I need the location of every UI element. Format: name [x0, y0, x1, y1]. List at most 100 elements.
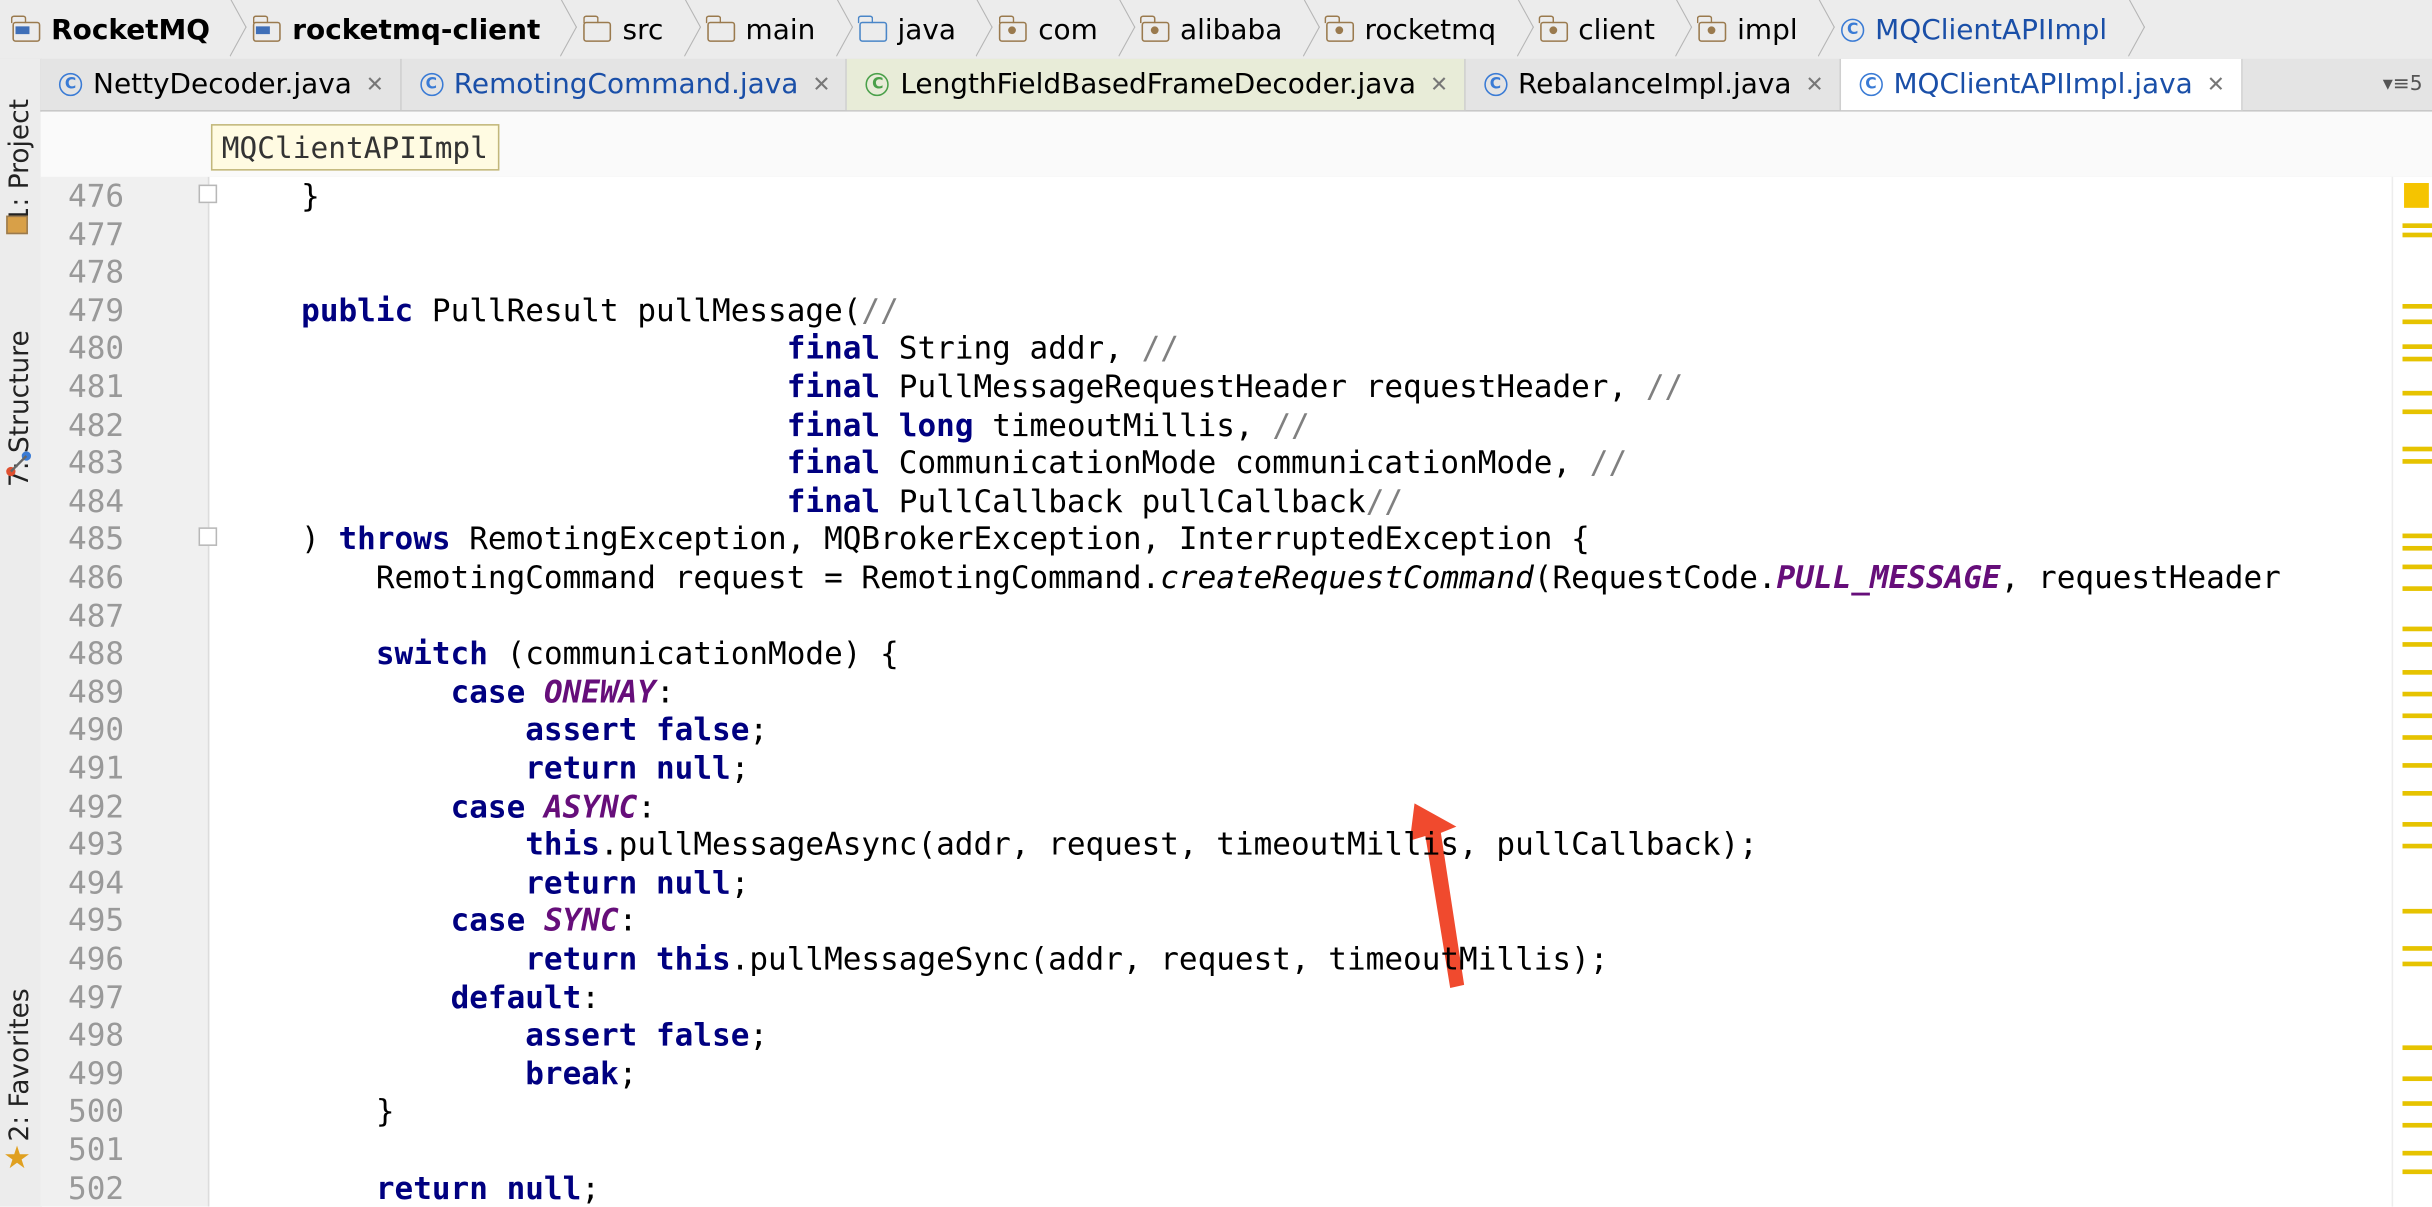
- line-number: 487: [68, 596, 125, 634]
- breadcrumb-item[interactable]: main: [694, 0, 824, 59]
- code-editor[interactable]: 476 } 477 478 479 public PullResult pullMes…: [40, 176, 2392, 1207]
- error-stripe-marker[interactable]: [2402, 626, 2432, 632]
- error-stripe-marker[interactable]: [2402, 1150, 2432, 1156]
- folder-icon: [582, 15, 612, 42]
- error-stripe-marker[interactable]: [2402, 1122, 2432, 1128]
- error-stripe-marker[interactable]: [2402, 691, 2432, 697]
- line-number: 499: [68, 1054, 125, 1092]
- error-stripe-marker[interactable]: [2402, 356, 2432, 362]
- class-icon: C: [419, 72, 443, 97]
- close-icon[interactable]: ✕: [1805, 72, 1823, 97]
- breadcrumb-item[interactable]: C MQClientAPIImpl: [1829, 0, 2117, 59]
- line-number: 480: [68, 329, 125, 367]
- error-stripe-marker[interactable]: [2402, 232, 2432, 238]
- line-number: 492: [68, 787, 125, 825]
- error-stripe-marker[interactable]: [2402, 1045, 2432, 1051]
- error-stripe-marker[interactable]: [2402, 564, 2432, 570]
- line-number: 486: [68, 558, 125, 596]
- inspection-status-indicator[interactable]: [2404, 183, 2429, 208]
- breadcrumb-item[interactable]: RocketMQ: [0, 0, 219, 59]
- breadcrumb-item[interactable]: rocketmq-client: [241, 0, 550, 59]
- error-stripe-marker[interactable]: [2402, 533, 2432, 539]
- editor-tab[interactable]: C RebalanceImpl.java ✕: [1465, 58, 1841, 111]
- code-text: final CommunicationMode communicationMod…: [786, 443, 1628, 482]
- breadcrumb-item[interactable]: rocketmq: [1313, 0, 1505, 59]
- breadcrumb-item[interactable]: alibaba: [1129, 0, 1292, 59]
- breadcrumb-item[interactable]: src: [571, 0, 672, 59]
- tab-overflow-button[interactable]: ▾≡5: [2383, 73, 2423, 96]
- line-number: 476: [68, 176, 125, 215]
- error-stripe-marker[interactable]: [2402, 1101, 2432, 1106]
- editor-tab[interactable]: C LengthFieldBasedFrameDecoder.java ✕: [847, 58, 1466, 111]
- error-stripe-marker[interactable]: [2402, 1076, 2432, 1082]
- breadcrumb-separator: [1664, 0, 1686, 59]
- package-icon: [998, 15, 1028, 42]
- error-stripe-marker[interactable]: [2402, 586, 2432, 591]
- error-stripe-marker[interactable]: [2402, 459, 2432, 464]
- error-stripe-marker[interactable]: [2402, 961, 2432, 967]
- code-line: 495 case SYNC:: [40, 902, 2391, 940]
- line-number: 493: [68, 825, 125, 863]
- error-stripe-marker[interactable]: [2402, 545, 2432, 551]
- code-text: return this.pullMessageSync(addr, reques…: [525, 939, 1609, 978]
- editor-tab[interactable]: C RemotingCommand.java ✕: [401, 58, 848, 111]
- error-stripe-marker[interactable]: [2402, 409, 2432, 415]
- class-breadcrumb[interactable]: MQClientAPIImpl: [210, 124, 499, 171]
- code-text: break;: [525, 1054, 638, 1092]
- error-stripe-marker[interactable]: [2402, 446, 2432, 452]
- fold-marker[interactable]: [198, 184, 218, 204]
- code-line: 489 case ONEWAY:: [40, 673, 2391, 711]
- breadcrumb-item[interactable]: client: [1527, 0, 1664, 59]
- error-stripe-marker[interactable]: [2402, 642, 2432, 647]
- breadcrumb-item[interactable]: com: [987, 0, 1107, 59]
- code-text: final PullMessageRequestHeader requestHe…: [786, 367, 1684, 405]
- breadcrumb-separator: [1807, 0, 1829, 59]
- code-text: final long timeoutMillis, //: [786, 405, 1310, 443]
- error-stripe-marker[interactable]: [2402, 670, 2432, 675]
- error-stripe-marker[interactable]: [2402, 344, 2432, 349]
- error-stripe-marker[interactable]: [2402, 908, 2432, 914]
- tab-label: RemotingCommand.java: [453, 68, 799, 101]
- code-line: 481 final PullMessageRequestHeader reque…: [40, 368, 2391, 406]
- code-line: 487: [40, 597, 2391, 635]
- error-stripe-marker[interactable]: [2402, 713, 2432, 719]
- code-line: 479 public PullResult pullMessage(//: [40, 291, 2391, 329]
- breadcrumb-separator: [219, 0, 241, 59]
- error-stripe-marker[interactable]: [2402, 843, 2432, 849]
- error-stripe-scrollbar[interactable]: [2391, 176, 2432, 1207]
- code-line: 491 return null;: [40, 749, 2391, 787]
- favorites-tool-tab[interactable]: 2: Favorites: [3, 977, 37, 1148]
- close-icon[interactable]: ✕: [1430, 72, 1448, 97]
- navigation-breadcrumb-bar: RocketMQ rocketmq-client src main java com ali…: [0, 0, 2432, 61]
- error-stripe-marker[interactable]: [2402, 822, 2432, 827]
- structure-icon: [6, 451, 32, 477]
- breadcrumb-label: main: [745, 13, 816, 46]
- error-stripe-marker[interactable]: [2402, 946, 2432, 951]
- error-stripe-marker[interactable]: [2402, 303, 2432, 309]
- close-icon[interactable]: ✕: [366, 72, 384, 97]
- error-stripe-marker[interactable]: [2402, 319, 2432, 325]
- error-stripe-marker[interactable]: [2402, 791, 2432, 796]
- code-text: }: [226, 1092, 395, 1130]
- editor-tab[interactable]: C MQClientAPIImpl.java ✕: [1840, 58, 2243, 111]
- fold-marker[interactable]: [198, 527, 218, 547]
- editor-tab[interactable]: C NettyDecoder.java ✕: [40, 58, 402, 111]
- line-number: 500: [68, 1092, 125, 1130]
- code-line: 492 case ASYNC:: [40, 787, 2391, 825]
- project-tool-tab[interactable]: 1: Project: [3, 74, 37, 229]
- close-icon[interactable]: ✕: [2207, 72, 2225, 97]
- error-stripe-marker[interactable]: [2402, 390, 2432, 396]
- line-number: 501: [68, 1130, 125, 1168]
- code-text: return null;: [525, 863, 750, 901]
- breadcrumb-item[interactable]: java: [846, 0, 965, 59]
- error-stripe-marker[interactable]: [2402, 735, 2432, 740]
- module-folder-icon: [252, 15, 282, 42]
- tab-label: RebalanceImpl.java: [1517, 68, 1792, 101]
- code-line: 476 }: [40, 177, 2391, 215]
- breadcrumb-separator: [1292, 0, 1314, 59]
- breadcrumb-item[interactable]: impl: [1686, 0, 1807, 59]
- error-stripe-marker[interactable]: [2402, 1169, 2432, 1175]
- close-icon[interactable]: ✕: [812, 72, 830, 97]
- error-stripe-marker[interactable]: [2402, 763, 2432, 768]
- error-stripe-marker[interactable]: [2402, 223, 2432, 228]
